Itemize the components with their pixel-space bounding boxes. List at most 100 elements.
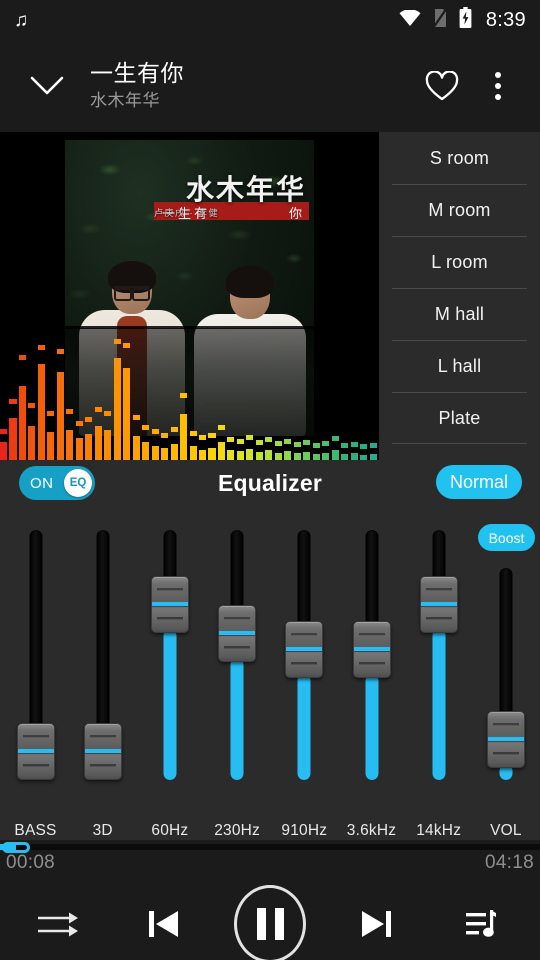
reverb-preset-label: M hall xyxy=(434,303,485,324)
volume-boost-button[interactable]: Boost xyxy=(477,524,536,551)
eq-slider-fill xyxy=(365,673,378,780)
reverb-preset-item[interactable]: M hall xyxy=(379,288,540,340)
repeat-mode-button[interactable] xyxy=(22,888,94,960)
spectrum-bar xyxy=(284,451,292,460)
eq-slider-thumb-indicator xyxy=(84,749,121,753)
eq-band-label: 910Hz xyxy=(281,822,328,839)
eq-slider-thumb-indicator xyxy=(286,646,323,651)
spectrum-peak-cap xyxy=(56,349,64,354)
status-bar: ♫ 8:39 xyxy=(0,0,540,40)
now-playing-text: 一生有你 水木年华 xyxy=(80,59,414,114)
spectrum-bar xyxy=(274,453,282,460)
equalizer-sliders: BASS 3D 60Hz 230Hz 910Hz 3.6kHz 14kHz VOL Boost xyxy=(0,522,540,840)
eq-slider-fill xyxy=(432,629,446,780)
spectrum-bar xyxy=(303,452,311,460)
spectrum-bar xyxy=(246,449,254,460)
spectrum-peak-cap xyxy=(47,411,55,416)
spectrum-peak-cap xyxy=(255,440,263,445)
cover-subtitle: 卢庚戌 · 李健 xyxy=(154,208,219,218)
reverb-preset-label: S room xyxy=(429,147,490,168)
spectrum-peak-cap xyxy=(28,403,36,408)
previous-button[interactable] xyxy=(128,888,200,960)
song-title: 一生有你 xyxy=(90,59,184,86)
eq-slider-thumb[interactable] xyxy=(150,576,189,634)
spectrum-bar xyxy=(312,454,320,460)
eq-band-slider[interactable]: 3.6kHz xyxy=(338,522,405,840)
play-pause-button[interactable] xyxy=(234,885,306,960)
spectrum-bar xyxy=(56,372,64,460)
overflow-menu-button[interactable] xyxy=(470,53,526,119)
eq-band-label: BASS xyxy=(14,822,57,839)
reverb-preset-label: Plate xyxy=(438,407,481,428)
spectrum-bar xyxy=(132,436,140,460)
spectrum-bar xyxy=(341,454,349,460)
artwork-and-reverb-row: 水木年华 卢庚戌 · 李健 一生有 你 Click to find the ly… xyxy=(0,132,540,460)
eq-band-slider[interactable]: VOL Boost xyxy=(472,522,539,840)
reverb-preset-list[interactable]: S room M room L room M hall L hall Plate xyxy=(379,132,540,460)
reverb-preset-item[interactable]: S room xyxy=(379,132,540,184)
spectrum-peak-cap xyxy=(341,443,349,448)
elapsed-time: 00:08 xyxy=(6,852,56,873)
equalizer-panel: ON EQ Equalizer Normal BASS 3D 60Hz 230Hz 91… xyxy=(0,460,540,840)
spectrum-peak-cap xyxy=(208,433,216,438)
sequential-play-icon xyxy=(38,912,78,937)
eq-band-slider[interactable]: 3D xyxy=(69,522,136,840)
next-button[interactable] xyxy=(340,888,412,960)
eq-slider-thumb-indicator xyxy=(219,631,256,636)
spectrum-visualizer xyxy=(0,320,379,460)
spectrum-bar xyxy=(142,442,150,460)
spectrum-peak-cap xyxy=(113,339,121,344)
progress-bar[interactable] xyxy=(0,842,540,853)
eq-slider-thumb[interactable] xyxy=(218,605,257,663)
eq-slider-thumb[interactable] xyxy=(83,723,122,780)
spectrum-peak-cap xyxy=(312,443,320,448)
spectrum-peak-cap xyxy=(104,411,112,416)
eq-band-slider[interactable]: 14kHz xyxy=(405,522,472,840)
spectrum-bar xyxy=(293,453,301,460)
eq-band-slider[interactable]: BASS xyxy=(2,522,69,840)
eq-band-slider[interactable]: 910Hz xyxy=(271,522,338,840)
spectrum-peak-cap xyxy=(331,436,339,441)
eq-band-label: 14kHz xyxy=(416,822,462,839)
eq-band-label: 3.6kHz xyxy=(346,822,397,839)
reverb-preset-item[interactable]: M room xyxy=(379,184,540,236)
collapse-button[interactable] xyxy=(14,53,80,119)
eq-band-label: 230Hz xyxy=(214,822,260,839)
eq-slider-thumb[interactable] xyxy=(285,620,324,678)
spectrum-bar xyxy=(66,430,74,460)
spectrum-peak-cap xyxy=(198,435,207,440)
reverb-preset-label: L room xyxy=(431,251,488,272)
spectrum-bar xyxy=(0,442,8,460)
eq-band-slider[interactable]: 60Hz xyxy=(136,522,203,840)
eq-band-label: VOL xyxy=(490,822,522,839)
album-art-area[interactable]: 水木年华 卢庚戌 · 李健 一生有 你 Click to find the ly… xyxy=(0,132,379,460)
eq-slider-thumb-indicator xyxy=(420,602,457,607)
spectrum-peak-cap xyxy=(94,407,102,412)
eq-slider-thumb[interactable] xyxy=(352,620,391,678)
spectrum-peak-cap xyxy=(161,433,169,438)
spectrum-peak-cap xyxy=(9,399,17,404)
spectrum-peak-cap xyxy=(350,442,358,447)
spectrum-bar xyxy=(350,453,358,460)
spectrum-bar xyxy=(85,434,93,460)
spectrum-peak-cap xyxy=(293,442,301,447)
eq-band-slider[interactable]: 230Hz xyxy=(204,522,271,840)
chevron-down-icon xyxy=(30,76,64,95)
eq-slider-thumb[interactable] xyxy=(16,723,55,780)
playlist-button[interactable] xyxy=(446,888,518,960)
spectrum-peak-cap xyxy=(284,439,292,444)
battery-charging-icon xyxy=(459,7,472,33)
spectrum-bar xyxy=(208,448,216,460)
equalizer-preset-button[interactable]: Normal xyxy=(435,465,522,499)
eq-slider-thumb[interactable] xyxy=(419,576,458,634)
spectrum-bar xyxy=(360,455,368,460)
reverb-preset-item[interactable]: Plate xyxy=(379,392,540,444)
spectrum-bar xyxy=(236,451,244,460)
reverb-preset-item[interactable]: L room xyxy=(379,236,540,288)
eq-slider-thumb[interactable] xyxy=(486,710,525,768)
reverb-preset-item[interactable]: L hall xyxy=(379,340,540,392)
cover-title: 水木年华 xyxy=(185,174,306,205)
favorite-button[interactable] xyxy=(414,53,470,119)
status-bar-right: 8:39 xyxy=(399,7,526,33)
spectrum-peak-cap xyxy=(303,440,311,445)
